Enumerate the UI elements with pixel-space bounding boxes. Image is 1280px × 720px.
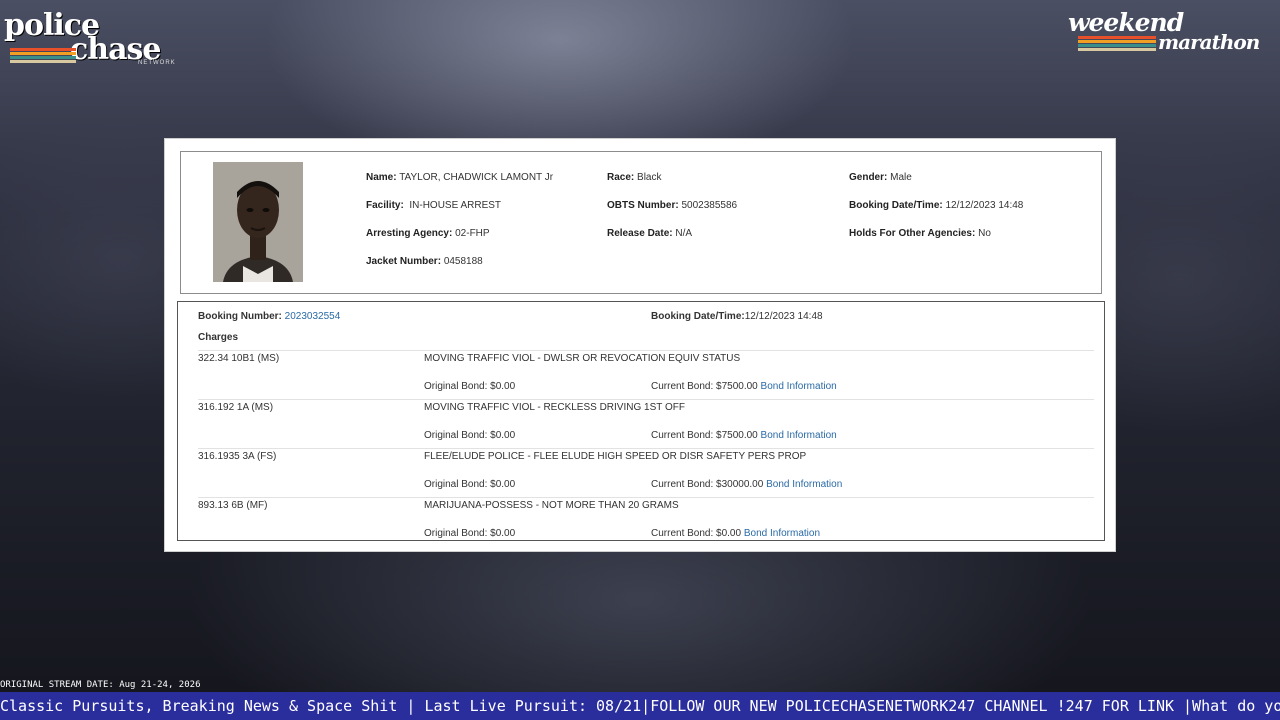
news-ticker: Classic Pursuits, Breaking News & Space … [0,692,1280,720]
inmate-info-box: Name: TAYLOR, CHADWICK LAMONT Jr Race: B… [180,151,1102,294]
bond-information-link[interactable]: Bond Information [761,430,837,441]
original-stream-date: ORIGINAL STREAM DATE: Aug 21-24, 2026 [0,680,201,690]
charge-statute: 893.13 6B (MF) [198,500,268,511]
charges-heading: Charges [198,332,239,343]
charges-box: Booking Number: 2023032554 Booking Date/… [177,301,1105,541]
police-chase-network-logo: police chase NETWORK [4,8,184,68]
current-bond: Current Bond: $7500.00 Bond Information [651,430,837,441]
charge-statute: 316.192 1A (MS) [198,402,274,413]
charge-description: MOVING TRAFFIC VIOL - RECKLESS DRIVING 1… [424,402,685,413]
booking-number-field: Booking Number: 2023032554 [198,311,341,322]
logo-word-marathon: marathon [1158,30,1260,54]
bond-information-link[interactable]: Bond Information [766,479,842,490]
original-bond: Original Bond: $0.00 [424,381,516,392]
name-field: Name: TAYLOR, CHADWICK LAMONT Jr [366,172,554,183]
facility-field: Facility: IN-HOUSE ARREST [366,200,502,211]
gender-field: Gender: Male [849,172,912,183]
booking-datetime-field: Booking Date/Time: 12/12/2023 14:48 [849,200,1024,211]
current-bond: Current Bond: $0.00 Bond Information [651,528,821,539]
original-bond: Original Bond: $0.00 [424,430,516,441]
person-silhouette-icon [213,162,303,282]
logo-stripes [10,48,76,64]
charge-description: MOVING TRAFFIC VIOL - DWLSR OR REVOCATIO… [424,353,741,364]
bond-information-link[interactable]: Bond Information [744,528,820,539]
logo-network-text: NETWORK [138,60,176,66]
current-bond: Current Bond: $7500.00 Bond Information [651,381,837,392]
arresting-agency-field: Arresting Agency: 02-FHP [366,228,490,239]
booking-record-panel: Name: TAYLOR, CHADWICK LAMONT Jr Race: B… [164,138,1116,552]
holds-field: Holds For Other Agencies: No [849,228,991,239]
obts-number-field: OBTS Number: 5002385586 [607,200,738,211]
race-field: Race: Black [607,172,662,183]
charge-description: FLEE/ELUDE POLICE - FLEE ELUDE HIGH SPEE… [424,451,807,462]
mugshot-photo [213,162,303,282]
row-divider [198,350,1094,351]
charge-statute: 322.34 10B1 (MS) [198,353,280,364]
charge-description: MARIJUANA-POSSESS - NOT MORE THAN 20 GRA… [424,500,679,511]
charges-booking-datetime: Booking Date/Time:12/12/2023 14:48 [651,311,823,322]
release-date-field: Release Date: N/A [607,228,693,239]
charge-statute: 316.1935 3A (FS) [198,451,277,462]
bond-information-link[interactable]: Bond Information [761,381,837,392]
original-bond: Original Bond: $0.00 [424,479,516,490]
booking-number-link[interactable]: 2023032554 [285,311,341,322]
row-divider [198,448,1094,449]
logo-right-stripes [1078,36,1156,52]
row-divider [198,399,1094,400]
original-bond: Original Bond: $0.00 [424,528,516,539]
current-bond: Current Bond: $30000.00 Bond Information [651,479,843,490]
jacket-number-field: Jacket Number: 0458188 [366,256,483,267]
weekend-marathon-logo: weekend marathon [1066,8,1276,58]
row-divider [198,497,1094,498]
